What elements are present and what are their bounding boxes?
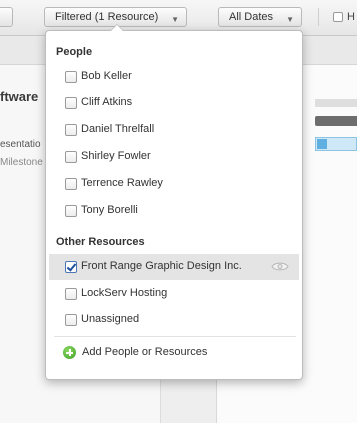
project-title: ftware [0,89,39,104]
resource-item[interactable]: Terrence Rawley [49,171,299,197]
toolbar-checkbox-label: H [347,11,355,23]
project-timeline-bar[interactable] [315,116,357,126]
chevron-down-icon: ▼ [286,15,294,24]
milestone-row-label[interactable]: Milestone [0,157,43,168]
resource-filter-menu: People Bob Keller Cliff Atkins Daniel Th… [45,24,303,380]
resource-checkbox[interactable] [65,205,77,217]
resource-label: Unassigned [81,313,140,325]
toolbar-divider [318,8,319,26]
resource-item[interactable]: Unassigned [49,307,299,333]
resource-item[interactable]: Daniel Threlfall [49,117,299,143]
resource-label: Bob Keller [81,70,132,82]
resource-checkbox[interactable] [65,151,77,163]
resource-checkbox[interactable] [65,288,77,300]
resource-item-selected[interactable]: Front Range Graphic Design Inc. [49,254,299,280]
toolbar-partial-button[interactable] [0,7,13,27]
add-icon [63,346,76,359]
resource-label: Daniel Threlfall [81,123,155,135]
resource-checkbox-checked[interactable] [65,261,77,273]
resource-item[interactable]: Tony Borelli [49,198,299,224]
resource-checkbox[interactable] [65,178,77,190]
resource-label: Front Range Graphic Design Inc. [81,260,242,272]
resource-label: Tony Borelli [81,204,138,216]
resource-filter-label: Filtered (1 Resource) [55,11,159,23]
resource-item[interactable]: Cliff Atkins [49,90,299,116]
other-resources-section-title: Other Resources [56,236,145,248]
resource-item[interactable]: Bob Keller [49,64,299,90]
add-people-or-resources-label: Add People or Resources [82,346,208,358]
resource-label: Terrence Rawley [81,177,163,189]
resource-checkbox[interactable] [65,314,77,326]
task-row-label[interactable]: esentatio [0,139,41,150]
resource-item[interactable]: Shirley Fowler [49,144,299,170]
eye-icon[interactable] [271,261,289,272]
resource-checkbox[interactable] [65,71,77,83]
chevron-down-icon: ▼ [171,15,179,24]
people-section-title: People [56,46,93,58]
date-range-label: All Dates [229,11,274,23]
resource-checkbox[interactable] [65,97,77,109]
resource-item[interactable]: LockServ Hosting [49,281,299,307]
menu-divider [54,336,296,337]
resource-checkbox[interactable] [65,124,77,136]
toolbar-checkbox[interactable] [333,12,343,22]
timeline-bar [315,99,357,107]
task-timeline-bar[interactable] [315,137,357,151]
resource-label: Cliff Atkins [81,96,133,108]
date-range-dropdown[interactable]: All Dates ▼ [218,7,302,27]
resource-label: LockServ Hosting [81,287,168,299]
resource-label: Shirley Fowler [81,150,151,162]
